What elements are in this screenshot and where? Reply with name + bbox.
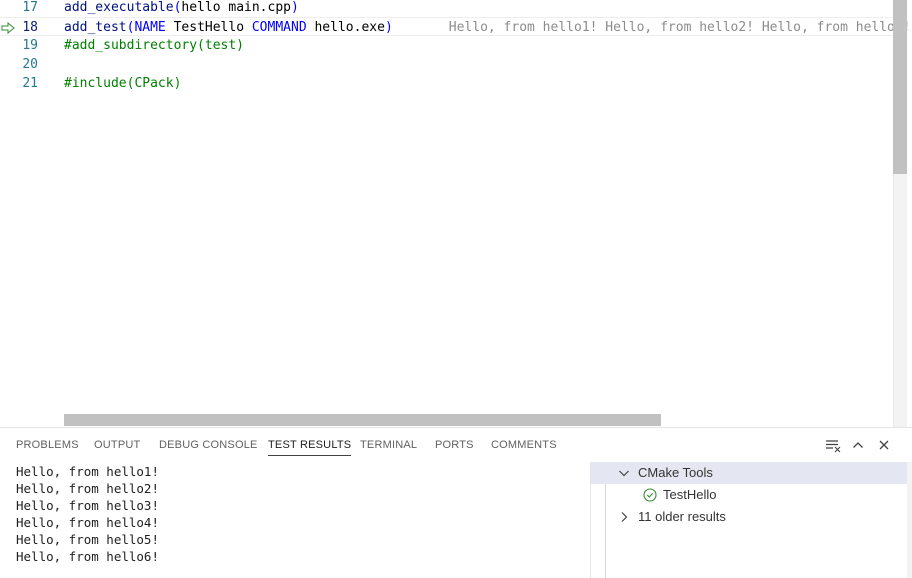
tree-item-label: TestHello xyxy=(663,487,717,502)
code-token: TestHello xyxy=(165,20,252,35)
code-token: add_executable xyxy=(64,0,174,15)
test-output: Hello, from hello1! Hello, from hello2! He… xyxy=(16,463,159,565)
check-circle-icon xyxy=(643,488,657,502)
test-results-tree: CMake Tools TestHello 11 older results xyxy=(590,462,908,578)
code-token: #include(CPack) xyxy=(64,76,182,91)
run-test-icon[interactable] xyxy=(1,22,15,34)
code-line[interactable]: 19 #add_subdirectory(test) xyxy=(0,36,893,55)
tab-output[interactable]: OUTPUT xyxy=(94,439,140,451)
line-code: #include(CPack) xyxy=(64,74,181,93)
code-editor[interactable]: 17 add_executable(hello main.cpp) 18 add_te… xyxy=(0,0,912,427)
code-line[interactable]: 21 #include(CPack) xyxy=(0,74,893,93)
tree-item-older-results[interactable]: 11 older results xyxy=(591,506,908,528)
chevron-down-icon xyxy=(619,470,629,477)
close-icon[interactable] xyxy=(876,437,892,453)
line-number: 21 xyxy=(22,76,38,91)
line-code: add_test(NAME TestHello COMMAND hello.ex… xyxy=(64,18,912,37)
tree-item-label: CMake Tools xyxy=(638,465,713,480)
code-token: #add_subdirectory(test) xyxy=(64,38,245,53)
tab-problems[interactable]: PROBLEMS xyxy=(16,439,79,451)
editor-vertical-scroll-thumb[interactable] xyxy=(893,0,907,174)
inline-test-output: Hello, from hello1! Hello, from hello2! … xyxy=(448,20,912,35)
output-line: Hello, from hello5! xyxy=(16,532,159,547)
tree-item-testhello[interactable]: TestHello xyxy=(591,484,908,506)
tab-comments[interactable]: COMMENTS xyxy=(491,439,557,451)
code-token: hello main.cpp xyxy=(181,0,291,15)
tree-item-label: 11 older results xyxy=(638,509,726,524)
tree-scrollbar[interactable] xyxy=(907,462,912,578)
output-line: Hello, from hello1! xyxy=(16,464,159,479)
line-number: 20 xyxy=(22,57,38,72)
output-line: Hello, from hello4! xyxy=(16,515,159,530)
output-line: Hello, from hello6! xyxy=(16,549,159,564)
line-code: #add_subdirectory(test) xyxy=(64,36,244,55)
tab-terminal[interactable]: TERMINAL xyxy=(360,439,417,451)
chevron-right-icon xyxy=(621,512,628,522)
editor-horizontal-scroll-thumb[interactable] xyxy=(64,414,661,426)
code-token: hello.exe xyxy=(306,20,385,35)
tree-item-cmake-tools[interactable]: CMake Tools xyxy=(591,462,908,484)
code-token: ) xyxy=(290,0,299,15)
code-token: NAME xyxy=(134,20,166,35)
code-token: add_test xyxy=(64,20,127,35)
code-token: COMMAND xyxy=(251,20,307,35)
code-line[interactable]: 18 add_test(NAME TestHello COMMAND hello.… xyxy=(0,17,911,36)
clear-filter-icon[interactable] xyxy=(825,437,841,453)
code-token: ) xyxy=(384,20,393,35)
line-number: 19 xyxy=(22,38,38,53)
tab-test-results[interactable]: TEST RESULTS xyxy=(268,439,352,456)
code-line[interactable]: 17 add_executable(hello main.cpp) xyxy=(0,0,893,17)
tab-debug-console[interactable]: DEBUG CONSOLE xyxy=(159,439,258,451)
output-line: Hello, from hello3! xyxy=(16,498,159,513)
code-line[interactable]: 20 xyxy=(0,55,893,74)
tab-ports[interactable]: PORTS xyxy=(435,439,474,451)
panel-tab-bar: PROBLEMS OUTPUT DEBUG CONSOLE TEST RESUL… xyxy=(0,428,800,462)
line-number: 17 xyxy=(22,0,38,15)
bottom-panel: PROBLEMS OUTPUT DEBUG CONSOLE TEST RESUL… xyxy=(0,427,912,578)
output-line: Hello, from hello2! xyxy=(16,481,159,496)
chevron-up-icon[interactable] xyxy=(850,437,866,453)
line-code: add_executable(hello main.cpp) xyxy=(64,0,299,17)
